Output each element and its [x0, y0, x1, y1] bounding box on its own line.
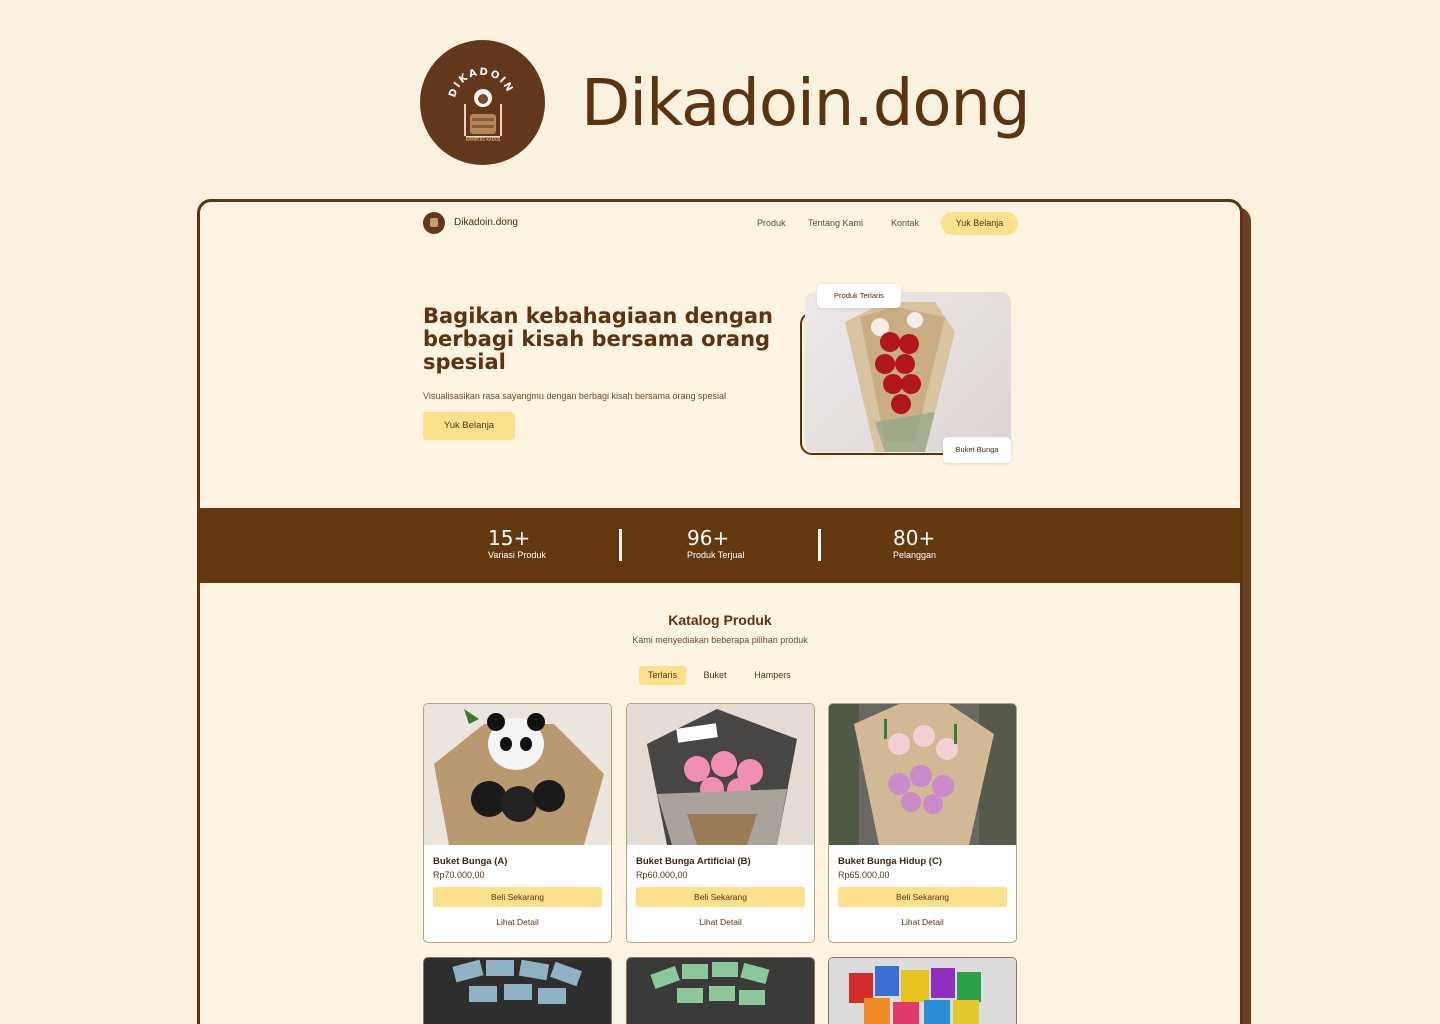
tag-best-seller: Produk Terlaris	[817, 284, 901, 308]
product-image-fresh-bouquet	[829, 704, 1016, 845]
product-card[interactable]	[626, 957, 815, 1024]
website-mockup: Dikadoin.dong Produk Tentang Kami Kontak…	[197, 199, 1243, 1024]
nav-brand[interactable]: Dikadoin.dong	[454, 217, 518, 228]
nav-link-produk[interactable]: Produk	[757, 218, 786, 228]
stat-sold: 96+ Produk Terjual	[687, 526, 744, 561]
product-price: Rp70.000,00	[433, 870, 485, 880]
catalog-title: Katalog Produk	[668, 612, 772, 628]
nav-link-tentang-kami[interactable]: Tentang Kami	[808, 218, 863, 228]
stat-value: 96+	[687, 526, 730, 550]
product-image-artificial-bouquet	[627, 704, 814, 845]
nav-link-kontak[interactable]: Kontak	[891, 218, 919, 228]
buy-now-button[interactable]: Beli Sekarang	[838, 887, 1007, 907]
stat-label: Pelanggan	[893, 550, 937, 560]
product-name: Buket Bunga Artificial (B)	[636, 856, 751, 867]
hero-subtitle: Visualisasikan rasa sayangmu dengan berb…	[423, 391, 727, 401]
logo-subtext: HAMPERS KADOS	[466, 137, 501, 142]
product-image-panda-bouquet	[424, 704, 611, 845]
tab-terlaris[interactable]: Terlaris	[639, 666, 686, 685]
product-name: Buket Bunga Hidup (C)	[838, 856, 942, 867]
stat-value: 80+	[893, 526, 936, 550]
product-image-money-bouquet-green	[627, 958, 814, 1024]
stat-divider	[818, 529, 821, 561]
hero-bouquet-image	[805, 292, 1011, 452]
navbar: Dikadoin.dong Produk Tentang Kami Kontak…	[423, 209, 1019, 235]
stat-label: Produk Terjual	[687, 550, 745, 560]
tab-buket[interactable]: Buket	[696, 666, 734, 685]
view-detail-link[interactable]: Lihat Detail	[424, 917, 611, 927]
product-card[interactable]: Buket Bunga Artificial (B) Rp60.000,00 B…	[626, 703, 815, 943]
brand-name: Dikadoin.dong	[581, 67, 1031, 141]
brand-logo-illustration: DIKADOIN HAMPERS KADOS	[447, 67, 513, 142]
stat-variations: 15+ Variasi Produk	[488, 526, 546, 561]
product-image-snack-bouquet	[829, 958, 1016, 1024]
nav-cta-button[interactable]: Yuk Belanja	[941, 212, 1018, 235]
product-image-money-bouquet	[424, 958, 611, 1024]
catalog-subtitle: Kami menyediakan beberapa pilihan produk	[632, 635, 808, 645]
view-detail-link[interactable]: Lihat Detail	[829, 917, 1016, 927]
buy-now-button[interactable]: Beli Sekarang	[636, 887, 805, 907]
hero-title: Bagikan kebahagiaan dengan berbagi kisah…	[423, 304, 773, 374]
tab-hampers[interactable]: Hampers	[746, 666, 799, 685]
stat-value: 15+	[488, 526, 531, 550]
hero-cta-button[interactable]: Yuk Belanja	[423, 412, 515, 440]
tag-bouquet: Buket Bunga	[943, 437, 1011, 463]
product-card[interactable]	[828, 957, 1017, 1024]
stat-label: Variasi Produk	[488, 550, 546, 560]
product-price: Rp60.000,00	[636, 870, 688, 880]
nav-logo[interactable]	[423, 212, 445, 234]
product-name: Buket Bunga (A)	[433, 856, 508, 867]
stat-divider	[619, 529, 622, 561]
view-detail-link[interactable]: Lihat Detail	[627, 917, 814, 927]
product-price: Rp65.000,00	[838, 870, 890, 880]
product-card[interactable]: Buket Bunga (A) Rp70.000,00 Beli Sekaran…	[423, 703, 612, 943]
product-card[interactable]: Buket Bunga Hidup (C) Rp65.000,00 Beli S…	[828, 703, 1017, 943]
product-card[interactable]	[423, 957, 612, 1024]
buy-now-button[interactable]: Beli Sekarang	[433, 887, 602, 907]
stat-customers: 80+ Pelanggan	[893, 526, 936, 561]
stats-bar: 15+ Variasi Produk 96+ Produk Terjual 80…	[200, 508, 1240, 583]
brand-logo: DIKADOIN HAMPERS KADOS	[420, 40, 545, 165]
